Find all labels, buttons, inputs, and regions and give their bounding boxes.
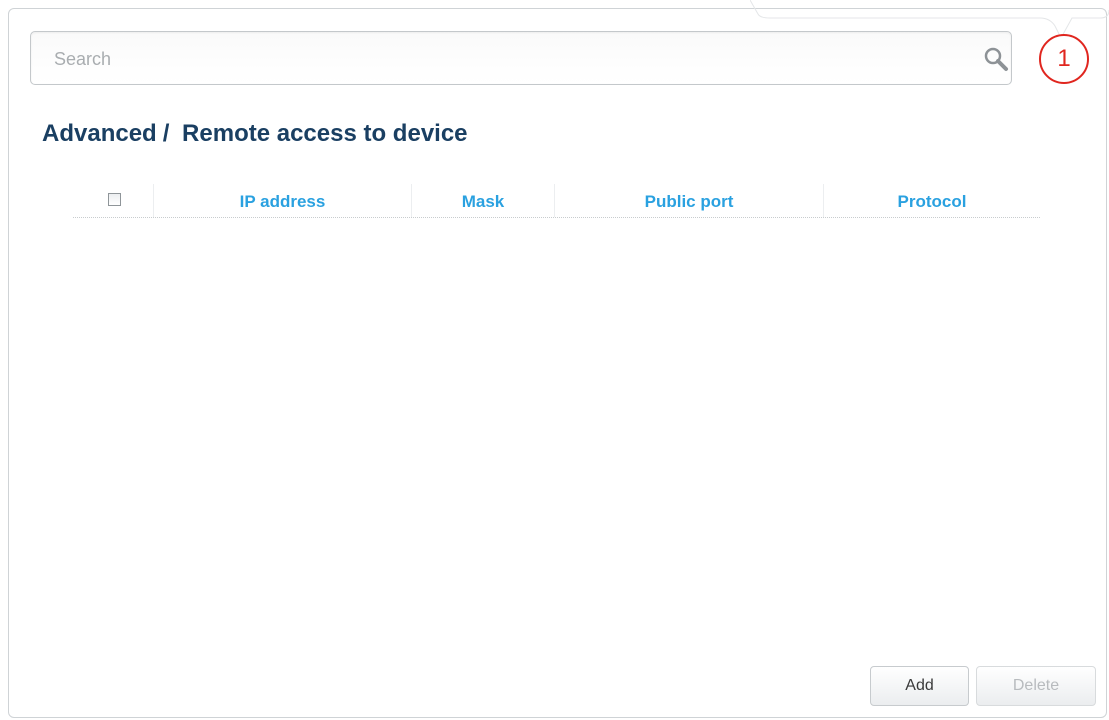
- add-button[interactable]: Add: [870, 666, 969, 706]
- column-header-mask[interactable]: Mask: [411, 184, 554, 217]
- breadcrumb-section: Advanced: [42, 120, 157, 147]
- callout-badge: 1: [1039, 34, 1089, 84]
- content-panel: [8, 8, 1107, 718]
- search-icon[interactable]: [982, 45, 1010, 73]
- column-header-public-port[interactable]: Public port: [554, 184, 823, 217]
- search-field: [30, 31, 1012, 86]
- breadcrumb-separator: /: [162, 120, 170, 147]
- search-input[interactable]: [52, 32, 956, 86]
- delete-button[interactable]: Delete: [976, 666, 1096, 706]
- column-header-ip-address[interactable]: IP address: [153, 184, 411, 217]
- select-all-checkbox[interactable]: [108, 193, 121, 206]
- select-all-cell: [73, 184, 153, 217]
- table-header: IP address Mask Public port Protocol: [73, 184, 1040, 218]
- page-title: Advanced / Remote access to device: [42, 120, 468, 148]
- column-header-protocol[interactable]: Protocol: [823, 184, 1040, 217]
- breadcrumb-page: Remote access to device: [182, 120, 468, 147]
